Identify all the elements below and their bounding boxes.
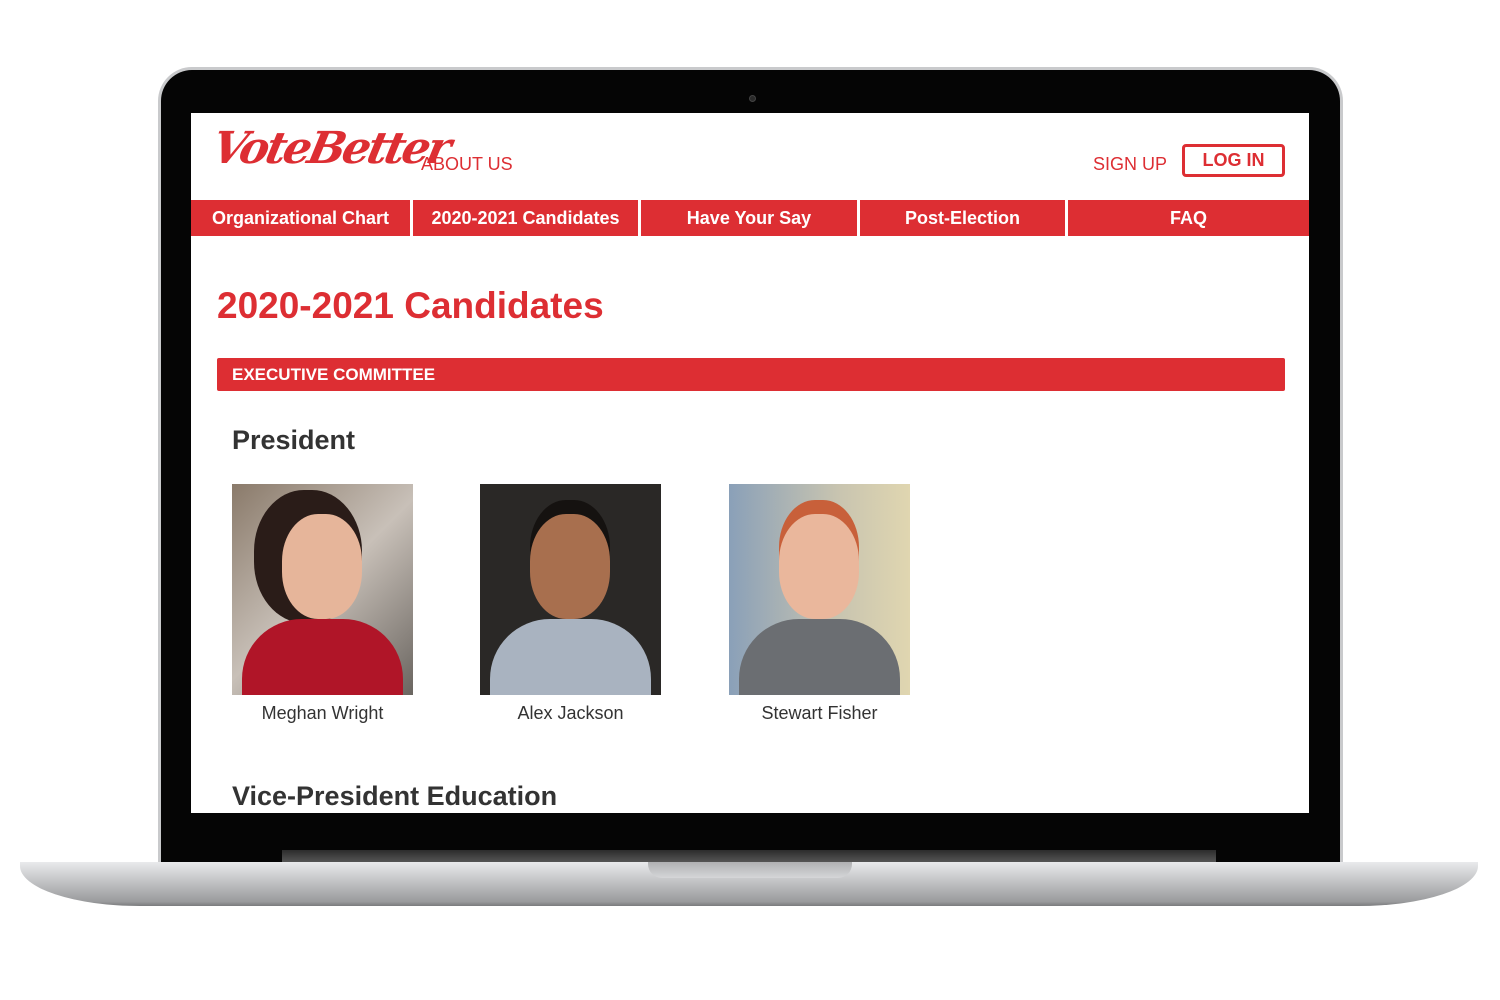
candidate-photo bbox=[729, 484, 910, 695]
camera-icon bbox=[749, 95, 756, 102]
nav-have-your-say[interactable]: Have Your Say bbox=[641, 200, 857, 236]
main-nav: Organizational Chart 2020-2021 Candidate… bbox=[191, 200, 1309, 236]
website-screen: VoteBetter ABOUT US SIGN UP LOG IN Organ… bbox=[191, 113, 1309, 813]
candidate-name: Alex Jackson bbox=[517, 703, 624, 723]
candidate-card[interactable]: Alex Jackson bbox=[480, 484, 661, 724]
candidate-card[interactable]: Meghan Wright bbox=[232, 484, 413, 724]
role-heading-president: President bbox=[232, 425, 356, 455]
nav-organizational-chart[interactable]: Organizational Chart bbox=[191, 200, 410, 236]
logo[interactable]: VoteBetter bbox=[208, 123, 454, 174]
candidate-photo bbox=[480, 484, 661, 695]
candidate-card[interactable]: Stewart Fisher bbox=[729, 484, 910, 724]
laptop-hinge bbox=[282, 850, 1216, 862]
role-heading-vp-education: Vice-President Education bbox=[232, 781, 558, 811]
log-in-button[interactable]: LOG IN bbox=[1182, 144, 1285, 177]
nav-faq[interactable]: FAQ bbox=[1068, 200, 1309, 236]
about-us-link[interactable]: ABOUT US bbox=[421, 154, 513, 175]
laptop-notch bbox=[648, 862, 852, 878]
section-header: EXECUTIVE COMMITTEE bbox=[217, 358, 1285, 391]
page-title: 2020-2021 Candidates bbox=[217, 285, 604, 326]
candidate-name: Meghan Wright bbox=[261, 703, 384, 723]
sign-up-link[interactable]: SIGN UP bbox=[1093, 154, 1167, 175]
nav-post-election[interactable]: Post-Election bbox=[860, 200, 1065, 236]
candidate-photo bbox=[232, 484, 413, 695]
nav-candidates[interactable]: 2020-2021 Candidates bbox=[413, 200, 638, 236]
candidate-name: Stewart Fisher bbox=[761, 703, 878, 723]
